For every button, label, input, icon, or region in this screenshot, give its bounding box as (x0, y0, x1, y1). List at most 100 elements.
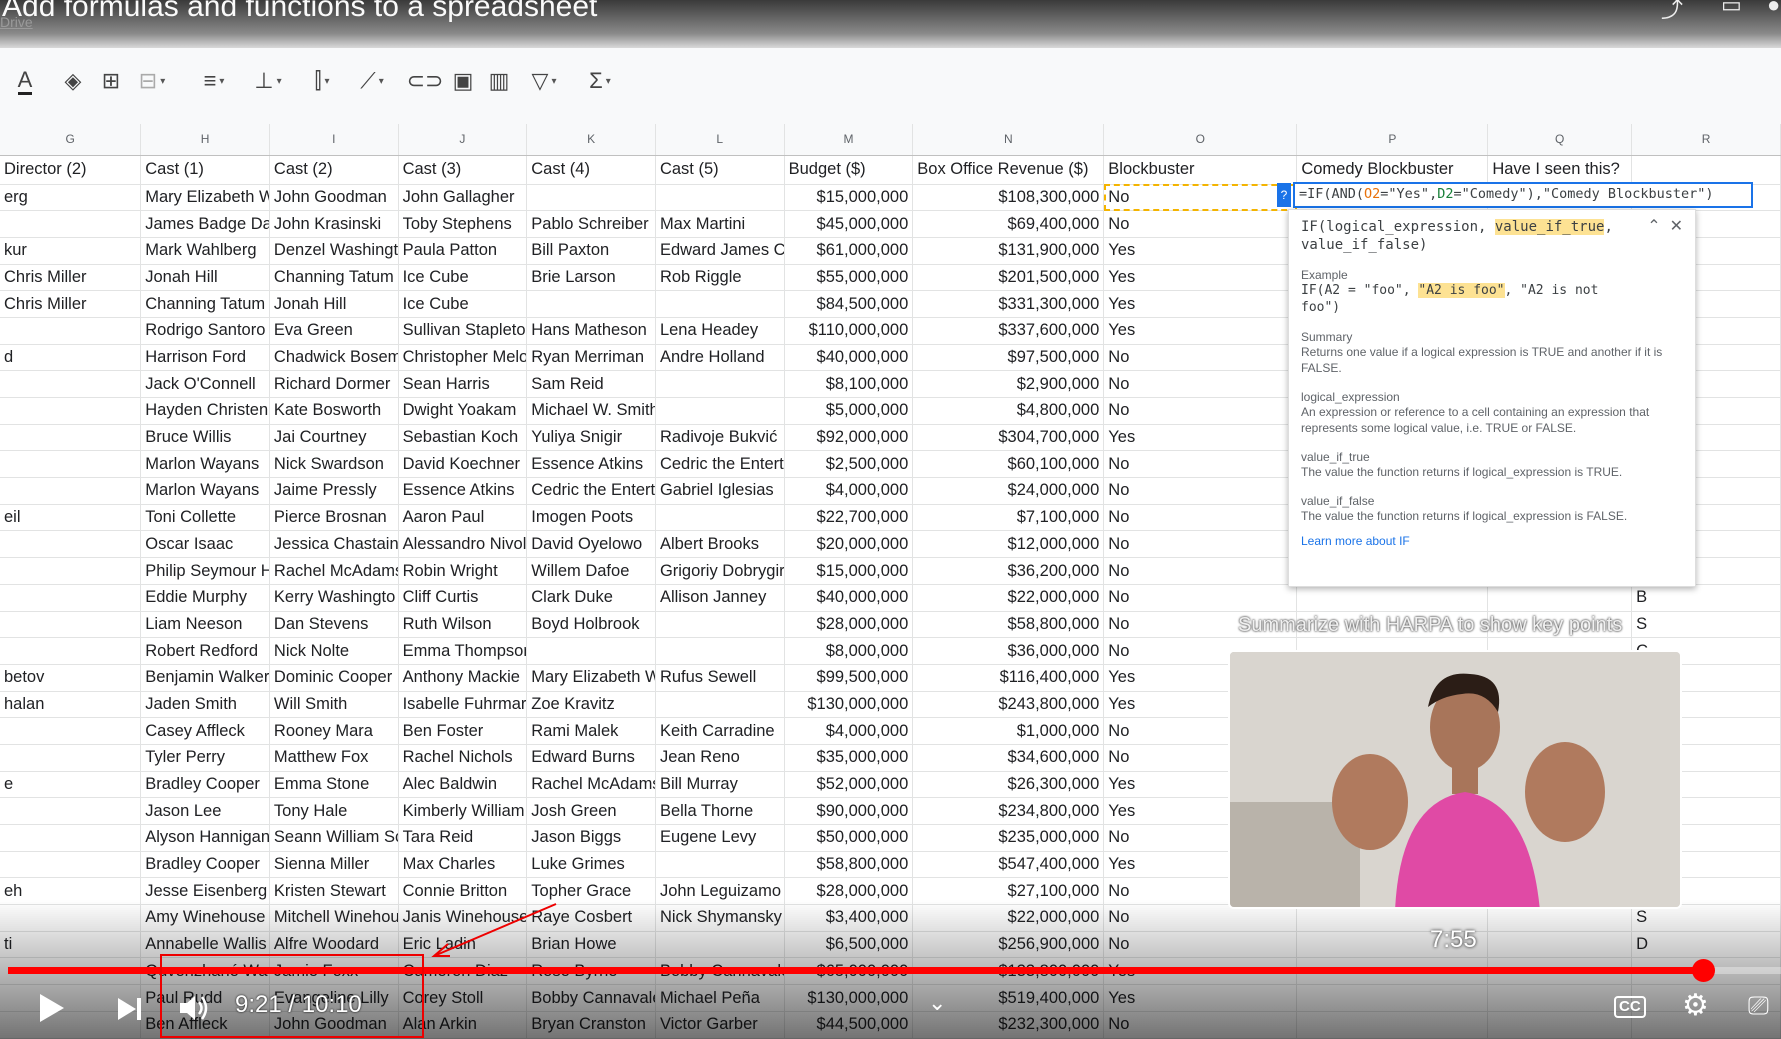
table-cell[interactable]: Pablo Schreiber (526, 210, 656, 238)
table-cell[interactable]: $40,000,000 (784, 584, 914, 612)
table-cell[interactable]: Jean Reno (655, 744, 785, 772)
table-cell[interactable]: No (1103, 210, 1298, 238)
text-rotation-icon[interactable]: ⟋ ▾ (350, 64, 394, 98)
table-cell[interactable]: Essence Atkins (526, 450, 656, 479)
formula-editor[interactable]: =IF(AND(O2="Yes",D2="Comedy"),"Comedy Bl… (1293, 182, 1753, 208)
table-cell[interactable]: $110,000,000 (784, 317, 914, 345)
table-cell[interactable]: Mary Elizabeth W (140, 184, 270, 212)
table-cell[interactable]: Alessandro Nivol (398, 530, 528, 559)
table-cell[interactable]: Christopher Melo (398, 344, 528, 372)
table-cell[interactable]: No (1103, 584, 1298, 612)
table-cell[interactable]: Emma Stone (269, 771, 399, 799)
table-cell[interactable] (655, 504, 785, 532)
table-cell[interactable]: Brie Larson (526, 264, 656, 292)
table-cell[interactable]: No (1103, 397, 1298, 425)
play-button[interactable] (38, 992, 66, 1029)
table-cell[interactable]: Dominic Cooper (269, 664, 399, 692)
close-icon[interactable]: ✕ (1670, 218, 1683, 235)
table-cell[interactable]: Rami Malek (526, 717, 656, 745)
table-cell[interactable]: $15,000,000 (784, 184, 914, 212)
table-cell[interactable]: Max Martini (655, 210, 785, 238)
table-cell[interactable]: Jason Lee (140, 797, 270, 826)
table-cell[interactable]: No (1103, 450, 1298, 479)
table-cell[interactable]: Andre Holland (655, 344, 785, 372)
table-cell[interactable] (0, 210, 142, 238)
horizontal-align-icon[interactable]: ≡ ▾ (192, 64, 236, 98)
comment-icon[interactable]: ▭ (1721, 0, 1742, 18)
table-cell[interactable] (655, 290, 785, 318)
table-cell[interactable] (0, 557, 142, 585)
table-cell[interactable]: S (1631, 611, 1781, 639)
header-cell[interactable]: Cast (3) (398, 155, 528, 185)
table-cell[interactable]: Chris Miller (0, 264, 142, 292)
table-cell[interactable]: Liam Neeson (140, 611, 270, 639)
table-cell[interactable]: Kimberly William (398, 797, 528, 826)
table-cell[interactable]: Bill Murray (655, 771, 785, 799)
table-cell[interactable]: Bella Thorne (655, 797, 785, 826)
table-cell[interactable]: Ben Foster (398, 717, 528, 745)
progress-scrubber[interactable] (1691, 959, 1715, 982)
table-cell[interactable]: kur (0, 237, 142, 265)
column-header[interactable]: L (655, 124, 785, 156)
insert-comment-icon[interactable]: ▣ (448, 64, 478, 98)
table-cell[interactable]: Denzel Washingt (269, 237, 399, 265)
column-header[interactable]: P (1296, 124, 1489, 156)
table-cell[interactable] (655, 691, 785, 719)
table-cell[interactable]: $15,000,000 (784, 557, 914, 585)
header-cell[interactable]: Director (2) (0, 155, 142, 185)
table-cell[interactable]: $35,000,000 (784, 744, 914, 772)
table-cell[interactable]: Bill Paxton (526, 237, 656, 265)
table-cell[interactable]: $12,000,000 (912, 530, 1105, 559)
table-cell[interactable]: $8,000,000 (784, 637, 914, 665)
table-cell[interactable]: No (1103, 504, 1298, 532)
table-cell[interactable] (0, 744, 142, 772)
table-cell[interactable]: Josh Green (526, 797, 656, 826)
table-cell[interactable]: $304,700,000 (912, 424, 1105, 452)
table-cell[interactable]: Paula Patton (398, 237, 528, 265)
column-header[interactable]: R (1631, 124, 1781, 156)
table-cell[interactable]: Rachel Nichols (398, 744, 528, 772)
table-cell[interactable] (655, 851, 785, 879)
table-cell[interactable]: Imogen Poots (526, 504, 656, 532)
table-cell[interactable]: Tara Reid (398, 824, 528, 852)
column-header[interactable]: O (1103, 124, 1298, 156)
table-cell[interactable]: $58,800,000 (912, 611, 1105, 639)
table-cell[interactable]: John Krasinski (269, 210, 399, 238)
table-cell[interactable]: Tyler Perry (140, 744, 270, 772)
table-cell[interactable]: $69,400,000 (912, 210, 1105, 238)
table-cell[interactable]: No (1103, 557, 1298, 585)
table-cell[interactable]: Seann William Sc (269, 824, 399, 852)
filter-icon[interactable]: ▽ ▾ (522, 64, 566, 98)
table-cell[interactable]: $97,500,000 (912, 344, 1105, 372)
table-cell[interactable]: John Gallagher (398, 184, 528, 212)
table-cell[interactable]: Mark Wahlberg (140, 237, 270, 265)
table-cell[interactable]: Eva Green (269, 317, 399, 345)
table-cell[interactable]: Richard Dormer (269, 370, 399, 399)
table-cell[interactable]: David Oyelowo (526, 530, 656, 559)
table-cell[interactable] (655, 397, 785, 425)
vertical-align-icon[interactable]: ⊥ ▾ (246, 64, 290, 98)
table-cell[interactable] (0, 370, 142, 399)
harpa-summarize-hint[interactable]: Summarize with HARPA to show key points (1238, 614, 1622, 637)
table-cell[interactable]: e (0, 771, 142, 799)
table-cell[interactable]: $108,300,000 (912, 184, 1105, 212)
table-cell[interactable]: Yes (1103, 264, 1298, 292)
subtitles-button[interactable]: CC (1614, 996, 1646, 1018)
table-cell[interactable] (1296, 584, 1489, 612)
table-cell[interactable] (0, 397, 142, 425)
table-cell[interactable] (0, 717, 142, 745)
table-cell[interactable]: Yes (1103, 290, 1298, 318)
table-cell[interactable]: Rooney Mara (269, 717, 399, 745)
table-cell[interactable]: $234,800,000 (912, 797, 1105, 826)
column-header[interactable]: N (912, 124, 1105, 156)
table-cell[interactable]: Yes (1103, 237, 1298, 265)
table-cell[interactable]: Matthew Fox (269, 744, 399, 772)
table-cell[interactable]: Eugene Levy (655, 824, 785, 852)
table-cell[interactable]: $547,400,000 (912, 851, 1105, 879)
header-cell[interactable]: Have I seen this? (1487, 155, 1633, 185)
table-cell[interactable] (0, 530, 142, 559)
column-header[interactable]: I (269, 124, 399, 156)
table-cell[interactable]: Tony Hale (269, 797, 399, 826)
table-cell[interactable] (0, 637, 142, 665)
table-cell[interactable]: Marlon Wayans (140, 450, 270, 479)
